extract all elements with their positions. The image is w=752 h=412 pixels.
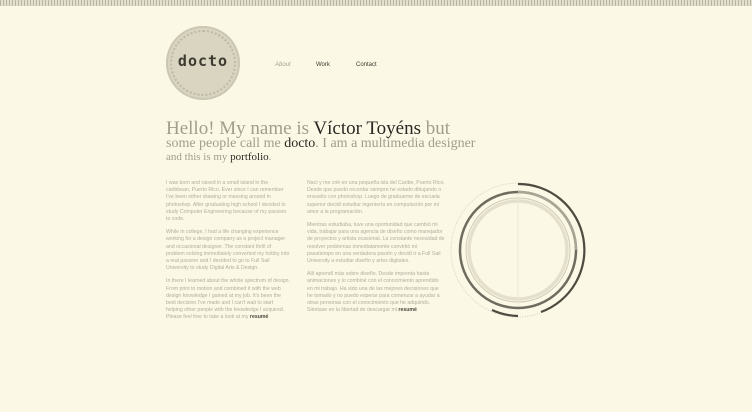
resume-link-es[interactable]: resumé xyxy=(398,307,416,313)
bio-es-paragraph-3: Allí aprendí más sobre diseño. Desde imp… xyxy=(307,271,440,314)
nav-contact[interactable]: Contact xyxy=(356,62,377,68)
bio-en-paragraph-1: I was born and raised in a small island … xyxy=(166,180,287,223)
resume-link-en[interactable]: resumé xyxy=(250,314,268,320)
bio-spanish: Nací y me crié en una pequeña isla del C… xyxy=(307,180,445,320)
logo-badge[interactable]: docto xyxy=(166,26,240,100)
bio-en-paragraph-3: In there I learned about the whole spect… xyxy=(166,278,291,321)
decorative-circle-graphic xyxy=(450,182,586,318)
portfolio-word: portfolio xyxy=(230,151,269,163)
bio-es-paragraph-1: Nací y me crié en una pequeña isla del C… xyxy=(307,180,445,215)
headline-line-2: some people call me docto. I am a multim… xyxy=(166,136,476,151)
bio-english: I was born and raised in a small island … xyxy=(166,180,290,328)
headline-line-1: Hello! My name is Víctor Toyéns but xyxy=(166,118,451,139)
intro-headline: Hello! My name is Víctor Toyéns but some… xyxy=(166,118,476,164)
headline-line-3: and this is my portfolio. xyxy=(166,151,272,163)
author-nickname: docto xyxy=(284,136,316,151)
nav-work[interactable]: Work xyxy=(316,62,330,68)
bio-es-paragraph-2: Mientras estudiaba, tuve una oportunidad… xyxy=(307,222,445,265)
bio-en-paragraph-2: While in college, I had a life changing … xyxy=(166,229,290,272)
logo-wordmark: docto xyxy=(177,52,229,70)
nav-about[interactable]: About xyxy=(275,62,291,68)
top-border xyxy=(0,0,752,6)
